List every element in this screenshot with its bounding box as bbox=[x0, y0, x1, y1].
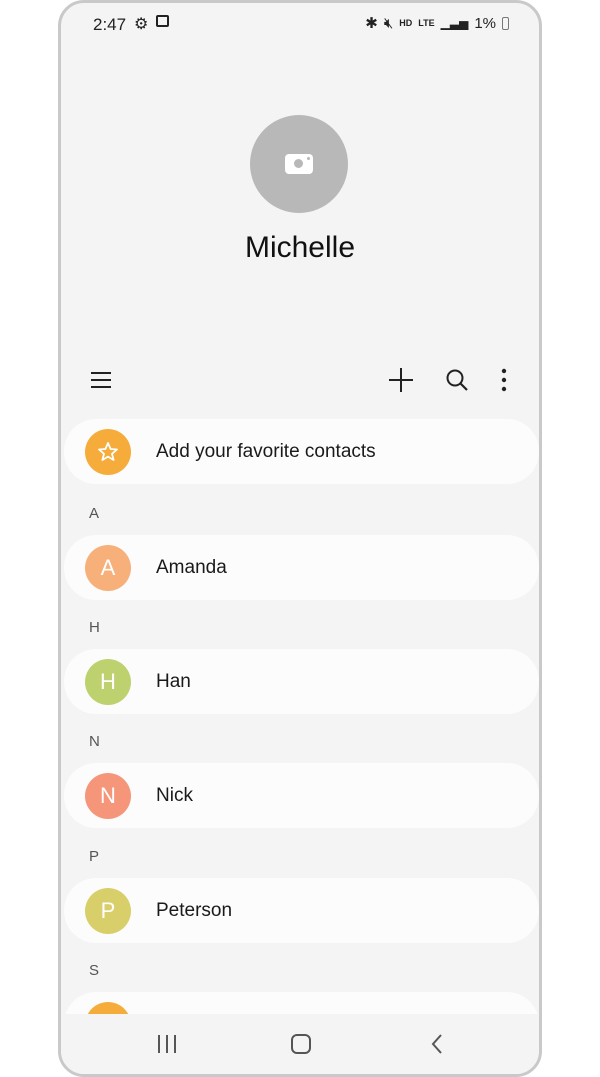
back-icon bbox=[431, 1034, 442, 1054]
recent-apps-button[interactable] bbox=[147, 1028, 187, 1060]
lte-label: LTE bbox=[418, 17, 435, 28]
search-button[interactable] bbox=[437, 358, 477, 402]
bluetooth-icon: ✱ bbox=[365, 15, 378, 32]
battery-percent: 1% bbox=[474, 14, 496, 32]
signal-icon: ▁▃▅ bbox=[440, 16, 469, 30]
section-header-a: A bbox=[89, 505, 100, 522]
contact-row[interactable]: A Amanda bbox=[64, 535, 539, 600]
menu-button[interactable] bbox=[81, 358, 121, 402]
search-icon bbox=[446, 369, 468, 391]
contact-name: Peterson bbox=[156, 899, 233, 921]
plus-icon bbox=[389, 368, 413, 392]
section-header-n: N bbox=[89, 733, 100, 750]
home-icon bbox=[291, 1034, 311, 1054]
contact-avatar: H bbox=[85, 658, 131, 705]
contact-row[interactable]: H Han bbox=[64, 649, 539, 714]
back-button[interactable] bbox=[417, 1028, 457, 1060]
more-vertical-icon bbox=[501, 368, 507, 392]
section-header-h: H bbox=[89, 619, 100, 636]
favorites-card[interactable]: Add your favorite contacts bbox=[64, 419, 539, 484]
section-header-s: S bbox=[89, 962, 100, 979]
navigation-bar bbox=[61, 1014, 539, 1074]
contact-avatar: A bbox=[85, 544, 131, 591]
settings-icon: ⚙ bbox=[134, 16, 149, 33]
profile-photo-button[interactable] bbox=[250, 115, 348, 213]
camera-icon bbox=[285, 154, 313, 174]
status-right: ✱ 🔇︎ HD LTE ▁▃▅ 1% bbox=[365, 14, 509, 32]
contact-avatar: P bbox=[85, 887, 131, 934]
profile-name[interactable]: Michelle bbox=[61, 231, 539, 265]
image-icon bbox=[156, 15, 169, 27]
favorites-label: Add your favorite contacts bbox=[156, 440, 376, 462]
add-contact-button[interactable] bbox=[381, 358, 421, 402]
contact-row[interactable]: P Peterson bbox=[64, 878, 539, 943]
phone-frame: 2:47 ⚙ ✱ 🔇︎ HD LTE ▁▃▅ 1% Michelle Add y… bbox=[58, 0, 542, 1077]
recent-apps-icon bbox=[158, 1035, 176, 1053]
home-button[interactable] bbox=[281, 1028, 321, 1060]
status-bar: 2:47 ⚙ ✱ 🔇︎ HD LTE ▁▃▅ 1% bbox=[61, 3, 539, 47]
section-header-p: P bbox=[89, 848, 100, 865]
hd-label: HD bbox=[399, 17, 413, 28]
toolbar bbox=[61, 358, 539, 402]
contact-name: Nick bbox=[156, 784, 193, 806]
hamburger-icon bbox=[91, 372, 111, 388]
contact-name: Amanda bbox=[156, 556, 227, 578]
status-time: 2:47 bbox=[93, 15, 127, 34]
more-options-button[interactable] bbox=[484, 358, 524, 402]
contact-row[interactable]: N Nick bbox=[64, 763, 539, 828]
favorite-star-icon bbox=[85, 428, 131, 475]
contact-avatar: N bbox=[85, 772, 131, 819]
mute-icon: 🔇︎ bbox=[383, 14, 394, 32]
battery-icon bbox=[502, 16, 509, 30]
contact-name: Han bbox=[156, 670, 191, 692]
